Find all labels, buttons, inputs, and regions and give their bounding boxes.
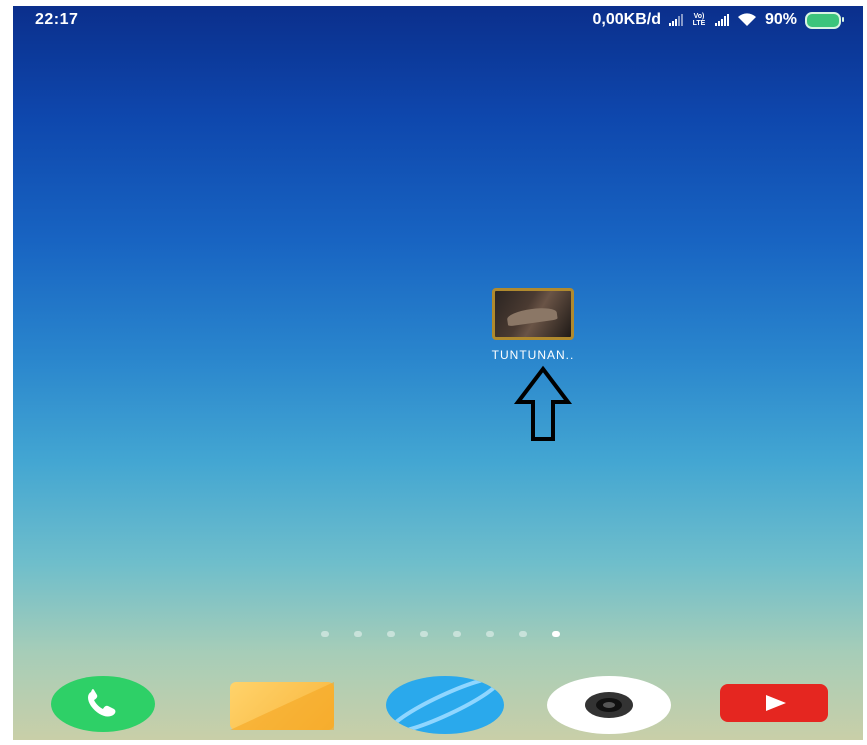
up-arrow-icon [513,365,573,441]
page-dot[interactable] [420,631,428,637]
volte-icon: Vo) LTE [692,13,706,27]
phone-icon[interactable] [51,676,155,732]
youtube-icon[interactable] [720,684,828,722]
clock: 22:17 [35,11,79,28]
camera-icon[interactable] [547,676,671,734]
browser-icon[interactable] [386,676,504,734]
signal-2-icon [714,14,729,26]
page-dot[interactable] [486,631,494,637]
status-bar: 22:17 0,00KB/d Vo) LTE 90% [13,6,863,38]
page-dot[interactable] [387,631,395,637]
app-shortcut[interactable]: TUNTUNAN.. [488,288,578,362]
network-speed: 0,00KB/d [592,11,661,28]
page-dot[interactable] [321,631,329,637]
page-dot[interactable] [453,631,461,637]
home-screen: 22:17 0,00KB/d Vo) LTE 90% TUNTUNAN.. [13,6,863,740]
page-dot[interactable] [354,631,362,637]
battery-percent: 90% [764,11,797,28]
battery-icon [805,11,844,29]
signal-icon [668,14,683,26]
wifi-icon [737,13,756,26]
page-dot-active[interactable] [552,631,560,637]
dock [13,676,863,736]
app-icon[interactable] [492,288,574,340]
page-dot[interactable] [519,631,527,637]
page-indicator[interactable] [321,631,560,637]
app-label: TUNTUNAN.. [491,348,575,362]
messages-icon[interactable] [230,682,334,730]
